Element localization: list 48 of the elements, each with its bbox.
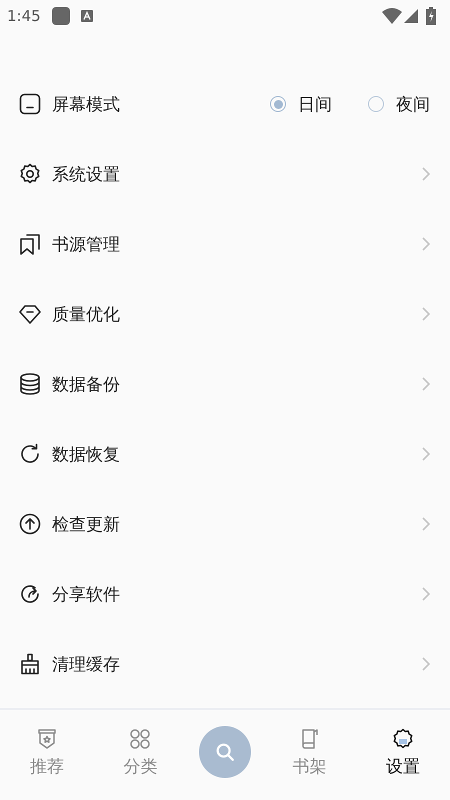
menu-label: 分享软件	[52, 584, 120, 606]
radio-label: 日间	[298, 94, 332, 116]
screen-icon	[18, 92, 42, 116]
database-icon	[18, 372, 42, 396]
chevron-right-icon	[422, 167, 430, 181]
gear-icon	[18, 162, 42, 186]
clover-icon	[128, 726, 152, 750]
radio-label: 夜间	[396, 94, 430, 116]
menu-item[interactable]: 数据备份	[0, 349, 450, 419]
chevron-right-icon	[422, 517, 430, 531]
radio-option[interactable]: 日间	[270, 92, 332, 116]
chevron-right-icon	[422, 237, 430, 251]
menu-label: 清理缓存	[52, 654, 120, 676]
chevron-right-icon	[422, 377, 430, 391]
chevron-right-icon	[422, 447, 430, 461]
broom-icon	[18, 652, 42, 676]
clock: 1:45	[7, 7, 41, 25]
share-icon	[18, 582, 42, 606]
menu-label: 检查更新	[52, 514, 120, 536]
menu-label: 书源管理	[52, 234, 120, 256]
menu-label: 屏幕模式	[52, 94, 120, 116]
bookmark-icon	[18, 232, 42, 256]
menu-item[interactable]: 书源管理	[0, 209, 450, 279]
refresh-icon	[18, 442, 42, 466]
menu-item[interactable]: 检查更新	[0, 489, 450, 559]
wifi-icon	[382, 8, 402, 24]
menu-label: 质量优化	[52, 304, 120, 326]
battery-icon	[426, 7, 436, 25]
menu-item[interactable]: 分享软件	[0, 559, 450, 629]
chevron-right-icon	[422, 307, 430, 321]
menu-item[interactable]: 质量优化	[0, 279, 450, 349]
menu-item[interactable]: 系统设置	[0, 139, 450, 209]
keyboard-icon	[80, 10, 93, 22]
upload-icon	[18, 512, 42, 536]
diamond-icon	[18, 302, 42, 326]
search-icon	[214, 741, 236, 763]
chevron-right-icon	[422, 587, 430, 601]
chevron-right-icon	[422, 657, 430, 671]
signal-icon	[404, 9, 418, 23]
menu-label: 系统设置	[52, 164, 120, 186]
radio-option[interactable]: 夜间	[368, 92, 430, 116]
nav-tab[interactable]: 设置	[368, 726, 438, 778]
gear-icon	[391, 726, 416, 750]
menu-label: 数据备份	[52, 374, 120, 396]
menu-item[interactable]: 数据恢复	[0, 419, 450, 489]
notification-icon	[50, 6, 71, 26]
menu-label: 数据恢复	[52, 444, 120, 466]
menu-item[interactable]: 清理缓存	[0, 629, 450, 699]
